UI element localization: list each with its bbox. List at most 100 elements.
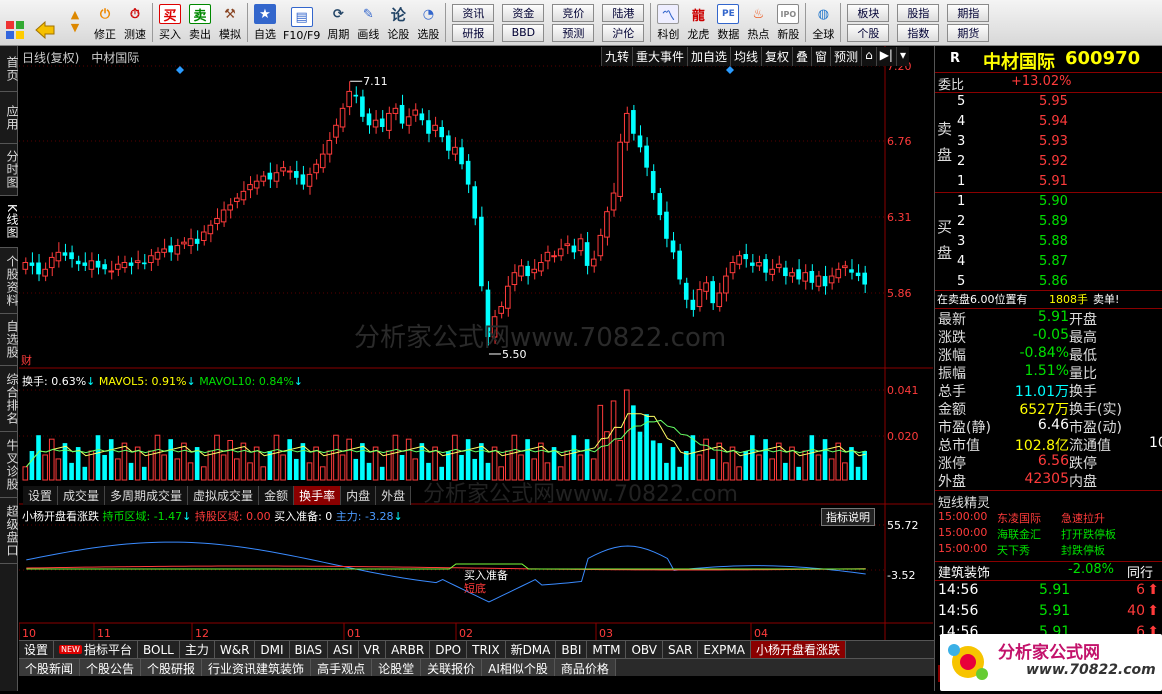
indicator-item-8[interactable]: VR — [359, 641, 387, 658]
chart-tool-1[interactable]: 重大事件 — [631, 47, 687, 66]
candle[interactable] — [366, 113, 372, 126]
bbd-button[interactable]: BBD — [502, 23, 545, 42]
candle[interactable] — [623, 112, 630, 143]
indicator-item-2[interactable]: BOLL — [138, 641, 180, 658]
tab-stock-info[interactable]: 个股资料 — [0, 248, 19, 314]
candle[interactable] — [796, 269, 801, 280]
candle[interactable] — [234, 197, 240, 203]
candle[interactable] — [750, 262, 755, 266]
candle[interactable] — [253, 180, 260, 189]
ask-row[interactable]: 4 5.94 — [935, 114, 1162, 132]
windows-button[interactable] — [0, 0, 30, 45]
candle[interactable] — [439, 126, 444, 138]
candle[interactable] — [822, 276, 828, 287]
candle[interactable] — [809, 270, 815, 283]
candle[interactable] — [207, 224, 214, 235]
candle[interactable] — [115, 263, 121, 270]
watchlist-button[interactable]: ★ 自选 — [250, 0, 280, 45]
london-connect-button[interactable]: 沪伦 — [602, 23, 645, 42]
tab-intraday[interactable]: 分时图 — [0, 144, 19, 196]
indicator-item-12[interactable]: 新DMA — [506, 641, 557, 658]
sector-button[interactable]: 板块 — [847, 3, 890, 22]
candle[interactable] — [42, 268, 48, 277]
candle[interactable] — [544, 251, 551, 262]
candle[interactable] — [531, 268, 538, 274]
candle[interactable] — [134, 260, 141, 264]
candle[interactable] — [267, 172, 273, 180]
candle[interactable] — [597, 234, 604, 257]
indicator-item-11[interactable]: TRIX — [467, 641, 506, 658]
candle[interactable] — [194, 238, 200, 244]
info-tab-3[interactable]: 行业资讯建筑装饰 — [202, 659, 312, 676]
info-tab-1[interactable]: 个股公告 — [80, 659, 142, 676]
index-futures-button[interactable]: 股指 — [897, 3, 940, 22]
tab-diagnosis[interactable]: 牛叉诊股 — [0, 432, 19, 498]
candle[interactable] — [736, 255, 742, 265]
candle[interactable] — [346, 90, 352, 108]
candle[interactable] — [55, 251, 62, 262]
candle[interactable] — [769, 268, 775, 275]
indicator-item-14[interactable]: MTM — [587, 641, 627, 658]
candle[interactable] — [220, 209, 227, 223]
chart-tool-10[interactable]: ▾ — [895, 47, 909, 66]
forum-button[interactable]: 论 论股 — [383, 0, 413, 45]
kline-chart-svg[interactable]: 7.206.766.315.860.0410.02055.72-3.5210 11… — [19, 46, 933, 640]
bid-row[interactable]: 4 5.87 — [935, 254, 1162, 272]
candle[interactable] — [379, 118, 385, 127]
buy-button[interactable]: 买 买入 — [155, 0, 185, 45]
candle[interactable] — [82, 262, 88, 266]
candle[interactable] — [300, 174, 306, 185]
candle[interactable] — [631, 110, 636, 134]
candle[interactable] — [69, 252, 74, 260]
candle[interactable] — [313, 163, 319, 174]
candle[interactable] — [432, 124, 438, 131]
candle[interactable] — [326, 140, 333, 155]
chart-tool-2[interactable]: 加自选 — [686, 47, 730, 66]
indicator-item-4[interactable]: W&R — [215, 641, 256, 658]
f10-button[interactable]: ▤ F10/F9 — [280, 0, 323, 45]
indicator-item-6[interactable]: BIAS — [290, 641, 329, 658]
candle[interactable] — [518, 265, 524, 277]
candle[interactable] — [161, 248, 167, 253]
ask-row[interactable]: 5 5.95 — [935, 94, 1162, 112]
info-tab-5[interactable]: 论股堂 — [372, 659, 422, 676]
candle[interactable] — [214, 217, 220, 225]
candle[interactable] — [763, 259, 768, 273]
candle[interactable] — [657, 193, 663, 216]
tab-watchlist[interactable]: 自选股 — [0, 314, 19, 366]
candle[interactable] — [835, 268, 842, 279]
candle[interactable] — [187, 238, 194, 247]
candle[interactable] — [756, 262, 762, 267]
hotspot-button[interactable]: ♨ 热点 — [743, 0, 773, 45]
chart-tool-9[interactable]: ▶| — [875, 47, 896, 66]
chart-tool-3[interactable]: 均线 — [729, 47, 761, 66]
event-marker-icon[interactable] — [726, 66, 734, 74]
chart-tool-5[interactable]: 叠 — [792, 47, 812, 66]
dragon-tiger-button[interactable]: 龍 龙虎 — [683, 0, 713, 45]
indicator-item-1[interactable]: NEW 指标平台 — [54, 641, 138, 658]
candle[interactable] — [849, 269, 854, 273]
candle[interactable] — [95, 260, 101, 268]
candle[interactable] — [862, 272, 867, 285]
period-button[interactable]: ⟳ 周期 — [323, 0, 353, 45]
candle[interactable] — [452, 146, 458, 155]
candle[interactable] — [472, 186, 478, 219]
sector-row[interactable]: 建筑装饰 -2.08% 同行 — [935, 562, 1162, 581]
candle[interactable] — [29, 262, 35, 266]
candle[interactable] — [644, 145, 649, 168]
candle[interactable] — [789, 272, 795, 277]
candle[interactable] — [426, 120, 431, 134]
sell-button[interactable]: 卖 卖出 — [185, 0, 215, 45]
candle[interactable] — [240, 190, 247, 201]
candle[interactable] — [828, 275, 835, 284]
chart-tool-7[interactable]: 预测 — [830, 47, 862, 66]
indicator-tab-4[interactable]: 金额 — [259, 486, 295, 505]
candle[interactable] — [62, 252, 68, 256]
candle[interactable] — [617, 141, 623, 197]
candle[interactable] — [842, 265, 848, 269]
candle[interactable] — [360, 96, 365, 117]
candle[interactable] — [22, 262, 29, 270]
chart-tool-8[interactable]: ⌂ — [861, 47, 876, 66]
candle[interactable] — [75, 260, 81, 265]
candle[interactable] — [293, 171, 299, 178]
